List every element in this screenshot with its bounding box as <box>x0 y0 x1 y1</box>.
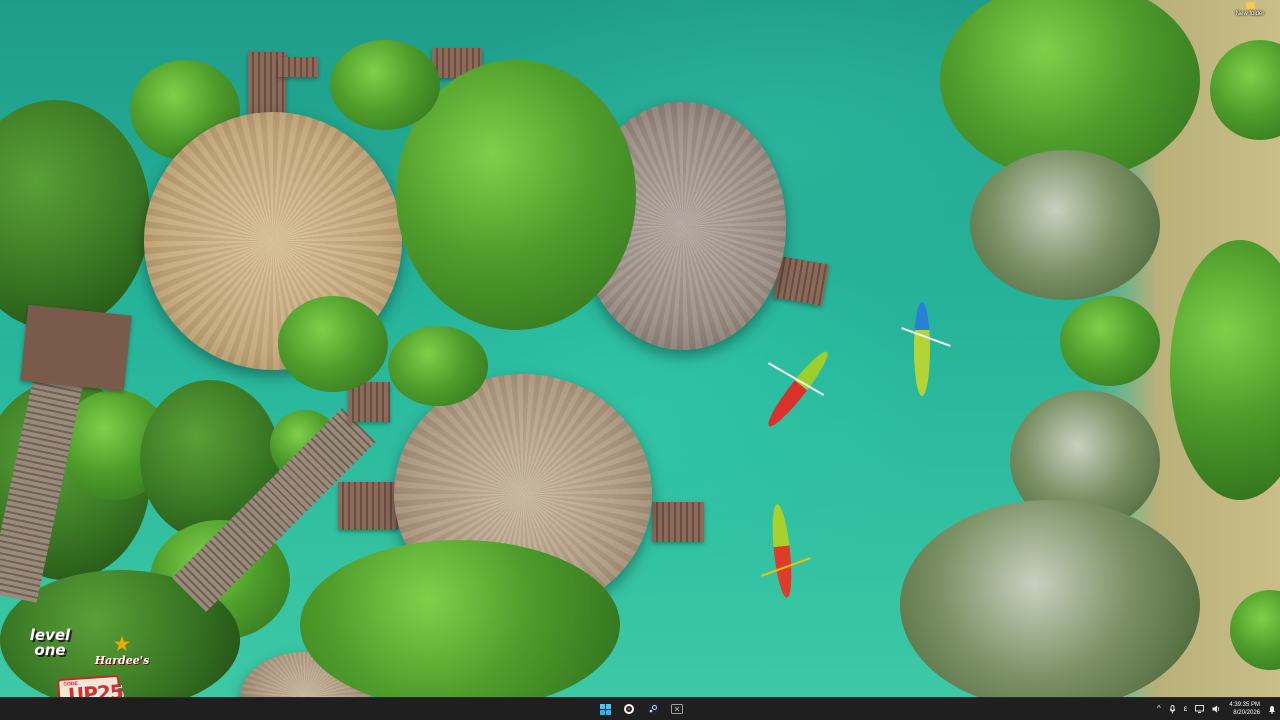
x-box-app-icon <box>671 704 683 714</box>
wallpaper-deck <box>278 57 318 77</box>
wallpaper-kayak <box>769 503 795 599</box>
wallpaper-kayak <box>762 347 834 431</box>
windows-start-icon <box>599 703 611 715</box>
desktop-icon-new-folder[interactable]: New folder <box>1228 2 1272 17</box>
taskbar-apps <box>596 700 686 718</box>
taskbar-app-button[interactable] <box>620 700 638 718</box>
steam-button[interactable] <box>644 700 662 718</box>
network-icon[interactable] <box>1195 705 1205 713</box>
start-button[interactable] <box>596 700 614 718</box>
promo-code-badge: CODE UP25 <box>57 674 124 697</box>
wallpaper-deck <box>652 502 704 542</box>
desktop-icon-label: New folder <box>1235 11 1265 17</box>
hardees-logo: ★ Hardee's <box>94 634 150 668</box>
promo-code-value: UP25 <box>67 679 124 697</box>
system-tray: ^ ε 4:39:35 PM 8/20/2026 <box>1157 698 1276 720</box>
hardees-logo-text: Hardee's <box>94 654 150 667</box>
wallpaper-deck <box>772 255 830 307</box>
wallpaper-tree <box>278 296 388 392</box>
folder-icon <box>1245 2 1255 9</box>
wallpaper-tree <box>0 100 150 330</box>
clock-date: 8/20/2026 <box>1233 710 1260 716</box>
taskbar: ^ ε 4:39:35 PM 8/20/2026 <box>0 697 1280 720</box>
steam-icon <box>647 703 659 715</box>
clock-time: 4:39:35 PM <box>1229 702 1260 708</box>
wallpaper-tree <box>300 540 620 697</box>
wallpaper-tree <box>1060 296 1160 386</box>
level-one-logo-text: level one <box>29 626 71 659</box>
taskbar-clock[interactable]: 4:39:35 PM 8/20/2026 <box>1229 701 1260 717</box>
keyboard-language-indicator[interactable]: ε <box>1184 705 1188 713</box>
wallpaper-deck <box>20 304 132 392</box>
circular-app-icon <box>624 704 634 714</box>
notifications-bell-icon[interactable] <box>1268 705 1276 714</box>
show-hidden-icons-chevron-icon[interactable]: ^ <box>1157 705 1161 713</box>
level-one-logo: level one <box>26 628 74 676</box>
wallpaper-kayak <box>914 302 930 396</box>
star-icon: ★ <box>113 634 131 655</box>
desktop-wallpaper: New folder level one ★ Hardee's CODE UP2… <box>0 0 1280 697</box>
wallpaper-tree <box>900 500 1200 697</box>
wallpaper-tree <box>330 40 440 130</box>
taskbar-app-button[interactable] <box>668 700 686 718</box>
wallpaper-tree <box>388 326 488 406</box>
wallpaper-deck <box>338 482 398 530</box>
volume-icon[interactable] <box>1212 705 1221 713</box>
wallpaper-tree <box>970 150 1160 300</box>
microphone-icon[interactable] <box>1169 704 1176 714</box>
